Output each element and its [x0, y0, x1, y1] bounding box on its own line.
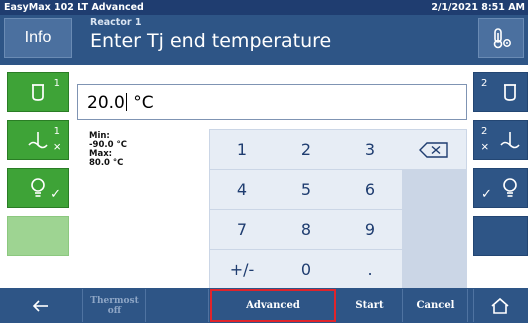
stirrer-icon	[499, 132, 520, 149]
app-title: EasyMax 102 LT Advanced	[4, 2, 144, 13]
footer-bar: Thermost off Advanced Start Cancel	[0, 288, 528, 323]
key-decimal[interactable]: .	[338, 250, 402, 289]
key-5[interactable]: 5	[274, 170, 338, 209]
status-off-icon: ×	[53, 139, 61, 154]
backspace-key[interactable]	[402, 130, 466, 169]
arrow-left-icon	[32, 299, 48, 312]
thermostat-settings-icon	[493, 28, 511, 49]
cancel-button[interactable]: Cancel	[404, 289, 468, 322]
reactor-number: 2	[481, 78, 488, 89]
key-7[interactable]: 7	[210, 210, 274, 249]
light-2-button[interactable]: ✓	[473, 168, 528, 208]
status-on-icon: ✓	[50, 186, 61, 201]
datetime: 2/1/2021 8:51 AM	[431, 2, 525, 13]
reactor-2-button[interactable]: 2	[473, 72, 528, 112]
light-1-button[interactable]: ✓	[7, 168, 69, 208]
value-limits: Min: -90.0 °C Max: 80.0 °C	[89, 132, 127, 168]
temperature-value: 20.0	[87, 93, 125, 113]
advanced-button[interactable]: Advanced	[210, 289, 336, 322]
empty-slot-button[interactable]	[7, 216, 69, 256]
stirrer-icon	[28, 132, 48, 149]
reactor-icon	[503, 84, 516, 101]
stirrer-1-button[interactable]: 1 ×	[7, 120, 69, 160]
title-bar: EasyMax 102 LT Advanced 2/1/2021 8:51 AM	[0, 0, 528, 15]
backspace-icon	[419, 141, 448, 158]
empty-footer-button[interactable]	[147, 289, 209, 322]
thermostat-off-button[interactable]: Thermost off	[84, 289, 146, 322]
stirrer-number: 2	[481, 126, 488, 137]
info-button[interactable]: Info	[4, 18, 72, 58]
status-off-icon: ×	[481, 139, 489, 154]
page-title: Enter Tj end temperature	[90, 30, 332, 52]
reactor-number: 1	[53, 78, 60, 89]
reactor-1-button[interactable]: 1	[7, 72, 69, 112]
stirrer-2-button[interactable]: 2 ×	[473, 120, 528, 160]
text-caret	[125, 93, 127, 111]
bulb-icon	[502, 178, 517, 197]
key-plus-minus[interactable]: +/-	[210, 250, 274, 289]
max-value: 80.0 °C	[89, 158, 124, 168]
key-8[interactable]: 8	[274, 210, 338, 249]
status-on-icon: ✓	[481, 186, 492, 201]
empty-slot-button[interactable]	[473, 216, 528, 256]
numeric-keypad: 1 2 3 4 5 6 7 8 9 +/- 0 .	[209, 129, 467, 289]
back-button[interactable]	[0, 289, 83, 322]
start-button[interactable]: Start	[337, 289, 403, 322]
key-3[interactable]: 3	[338, 130, 402, 169]
reactor-label: Reactor 1	[90, 17, 142, 28]
temperature-unit: °C	[133, 93, 154, 113]
temperature-value-display: 20.0 °C	[87, 93, 154, 113]
content-area: 1 1 × ✓ 2 2 × ✓ 20.0 °C Min: -90.0 °C Ma…	[0, 65, 528, 289]
key-6[interactable]: 6	[338, 170, 402, 209]
key-9[interactable]: 9	[338, 210, 402, 249]
thermostat-settings-button[interactable]	[478, 18, 524, 58]
temperature-input[interactable]: 20.0 °C	[77, 84, 467, 120]
bulb-icon	[31, 178, 45, 197]
reactor-icon	[32, 84, 44, 101]
key-1[interactable]: 1	[210, 130, 274, 169]
key-2[interactable]: 2	[274, 130, 338, 169]
key-4[interactable]: 4	[210, 170, 274, 209]
stirrer-number: 1	[53, 126, 60, 137]
home-icon	[491, 297, 509, 314]
key-0[interactable]: 0	[274, 250, 338, 289]
home-button[interactable]	[473, 289, 526, 322]
header: Info Reactor 1 Enter Tj end temperature	[0, 15, 528, 65]
